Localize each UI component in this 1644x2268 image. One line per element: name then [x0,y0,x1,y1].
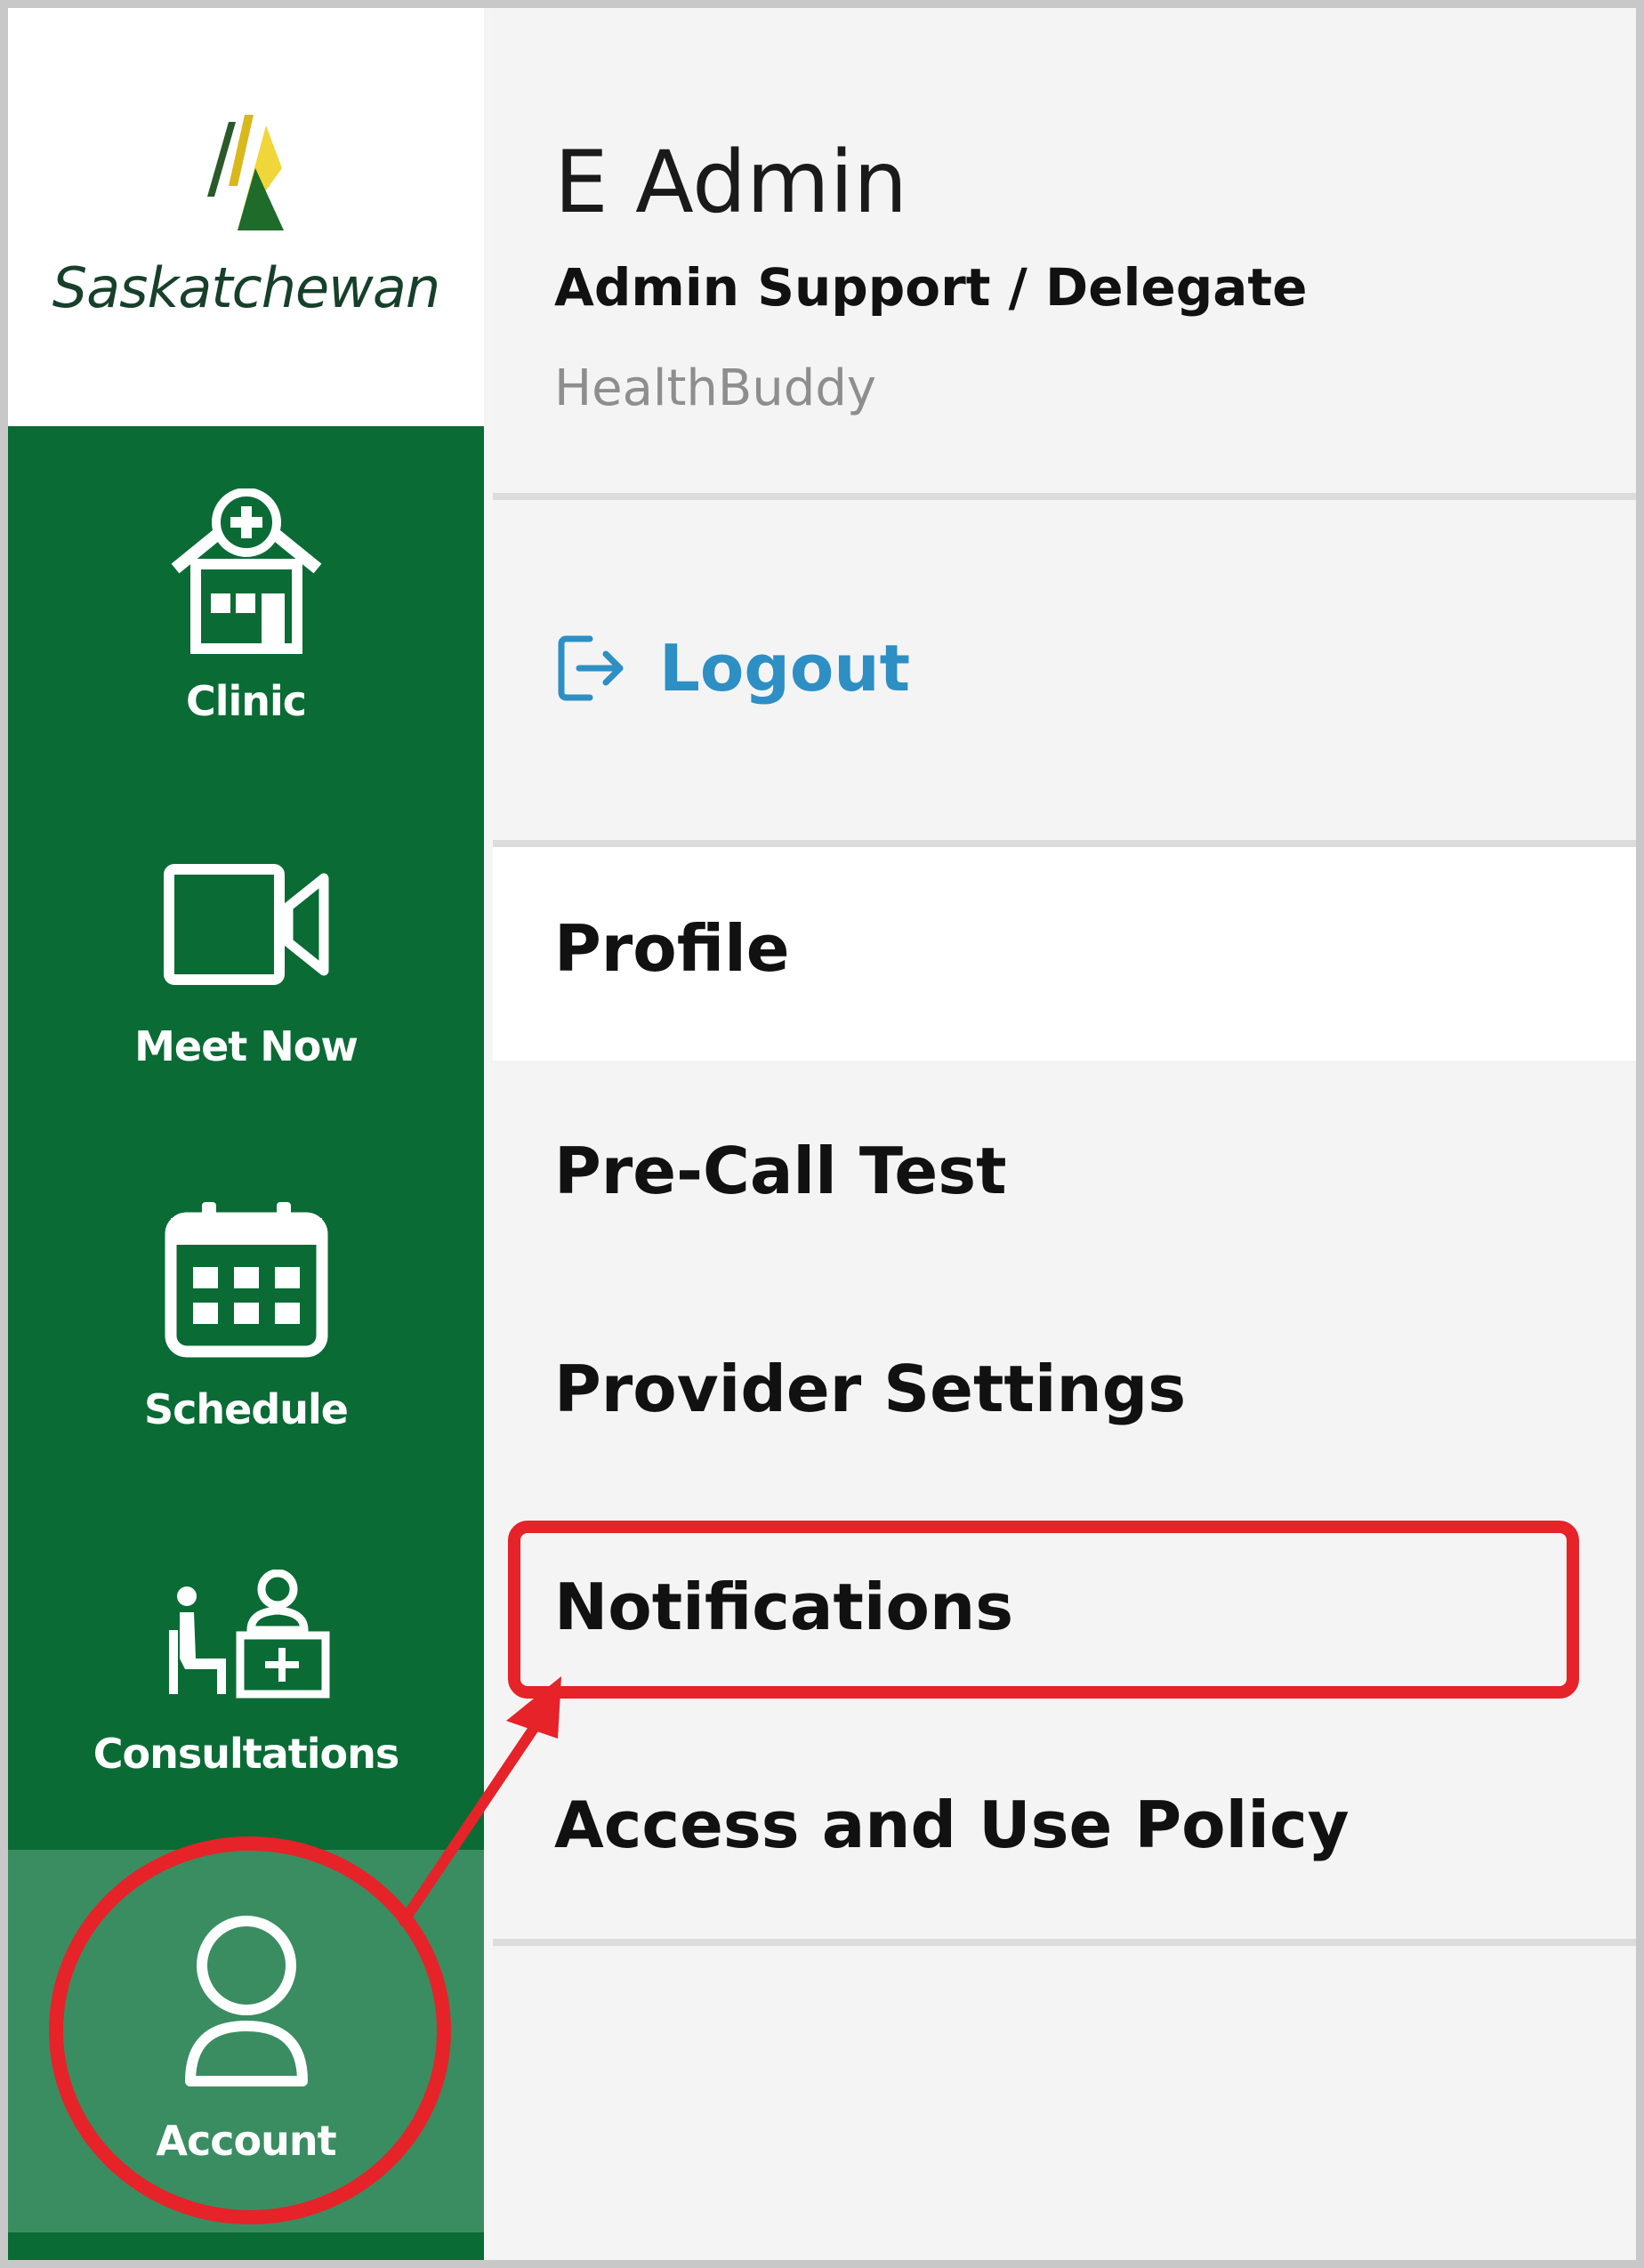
divider [493,493,1636,500]
sidebar-item-schedule[interactable]: Schedule [8,1200,484,1449]
sidebar-item-clinic[interactable]: Clinic [8,488,484,755]
divider [493,840,1636,847]
menu-item-profile[interactable]: Profile [554,911,790,986]
sidebar-item-label: Schedule [144,1385,349,1433]
account-role: Admin Support / Delegate [554,257,1308,318]
menu-item-pre-call-test[interactable]: Pre-Call Test [554,1134,1007,1208]
consultation-icon [168,1570,329,1699]
saskatchewan-logo-icon [207,115,284,230]
account-organization: HealthBuddy [554,359,877,417]
sidebar-item-label: Consultations [93,1730,400,1778]
sidebar-item-meet-now[interactable]: Meet Now [8,862,484,1094]
logout-icon [558,635,624,701]
logout-button[interactable]: Logout [554,631,910,706]
app-frame: Saskatchewan Clinic Meet Now Schedule Co… [0,0,1644,2268]
account-name: E Admin [554,133,908,232]
sidebar-item-consultations[interactable]: Consultations [8,1570,484,1801]
menu-item-access-and-use-policy[interactable]: Access and Use Policy [554,1788,1350,1862]
sidebar-item-label: Account [156,2117,336,2165]
user-icon [184,1916,308,2086]
menu-item-provider-settings[interactable]: Provider Settings [554,1352,1186,1426]
sidebar-item-label: Clinic [185,677,307,725]
sidebar-item-label: Meet Now [134,1022,359,1070]
sidebar: Saskatchewan Clinic Meet Now Schedule Co… [8,8,484,2260]
logout-label: Logout [659,631,911,706]
sidebar-item-account[interactable]: Account [8,1850,484,2232]
divider [493,1939,1636,1946]
account-menu-panel: E Admin Admin Support / Delegate HealthB… [493,8,1636,2260]
logo-area: Saskatchewan [8,8,484,426]
video-camera-icon [163,864,328,985]
calendar-icon [165,1202,327,1358]
logo-text: Saskatchewan [52,255,440,320]
notifications-highlight-box [508,1521,1579,1699]
clinic-icon [171,488,321,654]
